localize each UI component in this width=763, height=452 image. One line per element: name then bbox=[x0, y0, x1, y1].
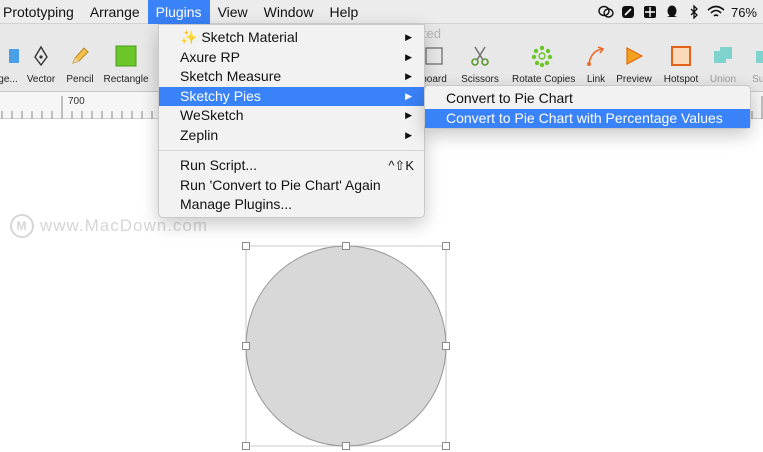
menu-item-wesketch[interactable]: WeSketch ▶ bbox=[159, 106, 424, 126]
resize-handle[interactable] bbox=[442, 442, 450, 450]
status-area: 76% bbox=[595, 0, 763, 24]
menubar: Prototyping Arrange Plugins View Window … bbox=[0, 0, 763, 24]
artboard-icon bbox=[423, 45, 445, 72]
menu-item-label: Axure RP bbox=[180, 48, 240, 65]
pen-icon bbox=[30, 45, 52, 72]
menu-item-label: Convert to Pie Chart bbox=[446, 90, 573, 106]
menu-item-sketch-measure[interactable]: Sketch Measure ▶ bbox=[159, 67, 424, 87]
oval-shape[interactable] bbox=[245, 245, 447, 447]
submenu-arrow-icon: ▶ bbox=[405, 90, 412, 101]
resize-handle[interactable] bbox=[442, 242, 450, 250]
menu-item-label: Run Script... bbox=[180, 157, 258, 173]
tool-rectangle[interactable]: Rectangle bbox=[96, 45, 156, 85]
submenu-arrow-icon: ▶ bbox=[405, 32, 412, 42]
menu-plugins[interactable]: Plugins bbox=[147, 0, 210, 24]
menu-item-sketch-material[interactable]: ✨ Sketch Material ▶ bbox=[159, 28, 424, 48]
menu-prototyping[interactable]: Prototyping bbox=[0, 0, 82, 24]
menu-item-label: WeSketch bbox=[180, 107, 244, 123]
subtract-icon bbox=[750, 45, 763, 72]
menu-item-label: Zeplin bbox=[180, 126, 219, 143]
menu-item-zeplin[interactable]: Zeplin ▶ bbox=[159, 126, 424, 146]
wifi-icon[interactable] bbox=[705, 0, 727, 24]
submenu-arrow-icon: ▶ bbox=[405, 129, 412, 140]
preview-icon bbox=[623, 45, 645, 72]
tool-label: Sub bbox=[752, 74, 763, 85]
resize-handle[interactable] bbox=[242, 442, 250, 450]
tool-rotate-copies[interactable]: Rotate Copies bbox=[512, 45, 576, 85]
menu-item-label: Convert to Pie Chart with Percentage Val… bbox=[446, 109, 723, 126]
resize-handle[interactable] bbox=[242, 242, 250, 250]
menu-help[interactable]: Help bbox=[321, 0, 366, 24]
qq-icon[interactable] bbox=[661, 0, 683, 24]
menu-item-label: ✨ Sketch Material bbox=[180, 29, 298, 45]
app-icon[interactable] bbox=[617, 0, 639, 24]
watermark-logo-icon: M bbox=[10, 214, 34, 238]
menu-arrange[interactable]: Arrange bbox=[82, 0, 148, 24]
tool-subtract[interactable]: Sub bbox=[731, 46, 763, 85]
submenu-arrow-icon: ▶ bbox=[405, 71, 412, 81]
menu-item-label: Manage Plugins... bbox=[180, 196, 293, 212]
menu-separator bbox=[159, 150, 424, 151]
hotspot-icon bbox=[670, 45, 692, 72]
tool-scissors[interactable]: Scissors bbox=[450, 46, 510, 85]
tool-label: Rotate Copies bbox=[512, 74, 576, 85]
menu-item-label: Sketchy Pies bbox=[180, 87, 261, 104]
scissors-icon bbox=[469, 45, 491, 72]
sketchy-pies-submenu: Convert to Pie Chart Convert to Pie Char… bbox=[424, 85, 751, 129]
menu-item-run-again[interactable]: Run 'Convert to Pie Chart' Again bbox=[159, 176, 424, 196]
menu-item-manage-plugins[interactable]: Manage Plugins... bbox=[159, 195, 424, 215]
resize-handle[interactable] bbox=[442, 342, 450, 350]
menu-item-axure-rp[interactable]: Axure RP ▶ bbox=[159, 48, 424, 68]
menu-item-label: Sketch Measure bbox=[180, 68, 282, 84]
sketch-window: Prototyping Arrange Plugins View Window … bbox=[0, 0, 763, 452]
bluetooth-icon[interactable] bbox=[683, 0, 705, 24]
rotate-copies-icon bbox=[531, 45, 553, 72]
tool-label: Scissors bbox=[461, 74, 499, 85]
menu-view[interactable]: View bbox=[210, 0, 256, 24]
battery-percentage[interactable]: 76% bbox=[727, 5, 763, 20]
menu-item-convert-to-pie-chart[interactable]: Convert to Pie Chart bbox=[425, 89, 750, 109]
tool-label: Rectangle bbox=[103, 74, 149, 85]
shortcut-label: ^⇧K bbox=[388, 158, 414, 173]
watermark-text: www.MacDown.com bbox=[40, 216, 209, 235]
menu-item-run-script[interactable]: Run Script... ^⇧K bbox=[159, 156, 424, 176]
resize-handle[interactable] bbox=[342, 442, 350, 450]
submenu-arrow-icon: ▶ bbox=[405, 51, 412, 62]
pencil-icon bbox=[69, 45, 91, 72]
selected-oval[interactable] bbox=[240, 240, 452, 452]
chat-icon[interactable] bbox=[595, 0, 617, 24]
plugins-menu: ✨ Sketch Material ▶ Axure RP ▶ Sketch Meas… bbox=[158, 24, 425, 218]
submenu-arrow-icon: ▶ bbox=[405, 110, 412, 120]
rectangle-icon bbox=[115, 45, 137, 72]
ruler-label: 700 bbox=[68, 96, 85, 107]
menu-item-label: Run 'Convert to Pie Chart' Again bbox=[180, 176, 381, 193]
resize-handle[interactable] bbox=[242, 342, 250, 350]
menu-item-convert-with-percentage[interactable]: Convert to Pie Chart with Percentage Val… bbox=[425, 108, 750, 128]
menu-item-sketchy-pies[interactable]: Sketchy Pies ▶ bbox=[159, 86, 424, 106]
menu-window[interactable]: Window bbox=[256, 0, 322, 24]
resize-handle[interactable] bbox=[342, 242, 350, 250]
grid-icon[interactable] bbox=[639, 0, 661, 24]
